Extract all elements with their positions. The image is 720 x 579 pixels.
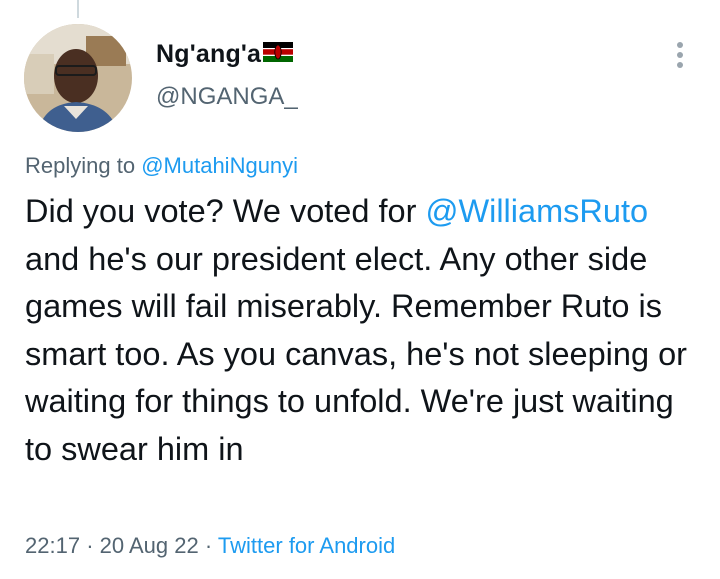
thread-line xyxy=(77,0,79,18)
kenya-flag-icon xyxy=(263,42,294,67)
author-handle[interactable]: @NGANGA_ xyxy=(156,83,298,111)
author-name-row[interactable]: Ng'ang'a xyxy=(156,40,294,69)
mention-link[interactable]: @WilliamsRuto xyxy=(425,193,648,229)
meta-separator-2: · xyxy=(204,533,213,558)
tweet-date[interactable]: 20 Aug 22 xyxy=(100,533,199,558)
more-vertical-icon[interactable] xyxy=(668,40,692,70)
tweet-text-end: and he's our president elect. Any other … xyxy=(25,240,687,467)
tweet-text: Did you vote? We voted for @WilliamsRuto… xyxy=(25,188,695,473)
replying-to-line: Replying to @MutahiNgunyi xyxy=(25,153,298,179)
tweet-text-start: Did you vote? We voted for xyxy=(25,193,426,229)
replying-prefix: Replying to xyxy=(25,153,136,178)
author-display-name[interactable]: Ng'ang'a xyxy=(156,40,261,69)
tweet-time[interactable]: 22:17 xyxy=(25,533,80,558)
meta-separator: · xyxy=(86,533,94,558)
replying-to-mention-link[interactable]: @MutahiNgunyi xyxy=(141,153,298,178)
tweet-source-link[interactable]: Twitter for Android xyxy=(218,533,395,558)
tweet-meta: 22:17 · 20 Aug 22 · Twitter for Android xyxy=(25,533,395,559)
avatar[interactable] xyxy=(24,24,132,132)
